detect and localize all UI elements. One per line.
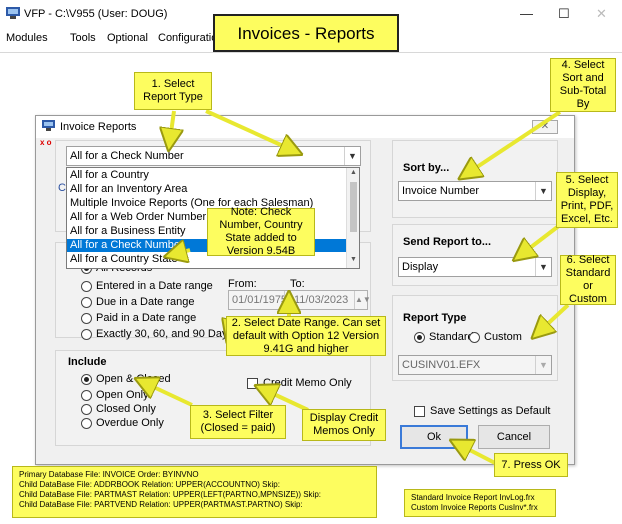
radio-closed-only[interactable]: Closed Only (81, 403, 156, 415)
scroll-up-icon[interactable]: ▲ (347, 169, 360, 176)
radio-custom[interactable]: Custom (469, 331, 522, 343)
callout-note: Note: Check Number, Country State added … (207, 206, 315, 257)
ok-button[interactable]: Ok (400, 425, 468, 449)
report-file-line: Standard Invoice Report InvLog.frx (411, 493, 535, 502)
db-line: Child DataBase File: PARTMAST Relation: … (19, 490, 322, 499)
send-to-label: Send Report to... (403, 236, 491, 248)
chevron-down-icon: ▼ (535, 182, 551, 200)
menu-optional[interactable]: Optional (107, 32, 148, 44)
menu-modules[interactable]: Modules (6, 32, 48, 44)
to-date-input[interactable]: 11/03/2023 ▲▼ (290, 290, 371, 310)
report-type-value: All for a Check Number (70, 150, 184, 162)
from-label: From: (228, 278, 257, 290)
to-label: To: (290, 278, 305, 290)
scroll-down-icon[interactable]: ▼ (347, 256, 360, 263)
radio-exactly-days[interactable]: Exactly 30, 60, and 90 Days (81, 328, 233, 340)
menu-tools[interactable]: Tools (70, 32, 96, 44)
db-line: Child DataBase File: PARTVEND Relation: … (19, 500, 303, 509)
include-label: Include (68, 356, 107, 368)
chevron-down-icon: ▼ (535, 258, 551, 276)
sort-by-label: Sort by... (403, 162, 450, 174)
callout-5: 5. Select Display, Print, PDF, Excel, Et… (556, 172, 618, 228)
callout-2: 2. Select Date Range. Can set default wi… (226, 316, 386, 356)
maximize-button[interactable]: ☐ (558, 6, 570, 22)
callout-3: 3. Select Filter (Closed = paid) (190, 405, 286, 439)
chevron-down-icon: ▼ (535, 356, 551, 374)
menu-configuration[interactable]: Configuratio (158, 32, 217, 44)
radio-paid-range[interactable]: Paid in a Date range (81, 312, 196, 324)
callout-4: 4. Select Sort and Sub-Total By (550, 58, 616, 112)
menu-separator (0, 52, 622, 53)
credit-memo-checkbox[interactable]: Credit Memo Only (247, 377, 352, 389)
radio-overdue-only[interactable]: Overdue Only (81, 417, 164, 429)
minimize-button[interactable]: — (520, 6, 533, 21)
db-line: Primary Database File: INVOICE Order: BY… (19, 470, 199, 479)
dialog-close-button[interactable]: ✕ (532, 120, 558, 134)
report-file-select: CUSINV01.EFX ▼ (398, 355, 552, 375)
db-line: Child DataBase File: ADDRBOOK Relation: … (19, 480, 280, 489)
cancel-button[interactable]: Cancel (478, 425, 550, 449)
report-type-label: Report Type (403, 312, 467, 324)
dropdown-item[interactable]: All for an Inventory Area (67, 183, 347, 196)
window-title: VFP - C:\V955 (User: DOUG) (24, 8, 168, 20)
app-icon (6, 7, 20, 19)
callout-credit: Display Credit Memos Only (302, 409, 386, 441)
callout-1: 1. Select Report Type (134, 72, 212, 110)
dropdown-scrollbar[interactable]: ▲ ▼ (346, 168, 359, 268)
chevron-down-icon: ▼ (344, 147, 360, 165)
spinner-icon[interactable]: ▲▼ (354, 291, 371, 309)
xo-indicator: x o (40, 138, 52, 147)
scroll-thumb[interactable] (350, 182, 357, 232)
callout-7: 7. Press OK (494, 453, 568, 477)
sort-by-select[interactable]: Invoice Number ▼ (398, 181, 552, 201)
radio-entered-range[interactable]: Entered in a Date range (81, 280, 213, 292)
report-type-select[interactable]: All for a Check Number ▼ (66, 146, 361, 166)
radio-open-only[interactable]: Open Only (81, 389, 149, 401)
radio-standard[interactable]: Standard (414, 331, 474, 343)
callout-6: 6. Select Standard or Custom (560, 254, 616, 305)
radio-open-closed[interactable]: Open & Closed (81, 373, 171, 385)
report-files-callout: Standard Invoice Report InvLog.frx Custo… (404, 489, 556, 517)
banner-title: Invoices - Reports (213, 14, 399, 52)
report-file-line: Custom Invoice Reports CusInv*.frx (411, 503, 538, 512)
close-button[interactable]: ✕ (596, 6, 607, 22)
dialog-app-icon (42, 120, 55, 131)
dialog-title: Invoice Reports (60, 121, 137, 133)
save-settings-checkbox[interactable]: Save Settings as Default (414, 405, 550, 417)
radio-due-range[interactable]: Due in a Date range (81, 296, 194, 308)
sort-panel (392, 140, 558, 218)
database-info-callout: Primary Database File: INVOICE Order: BY… (12, 466, 377, 518)
dropdown-item[interactable]: All for a Country (67, 169, 347, 182)
send-to-select[interactable]: Display ▼ (398, 257, 552, 277)
from-date-input[interactable]: 01/01/1975▲▼ (228, 290, 301, 310)
